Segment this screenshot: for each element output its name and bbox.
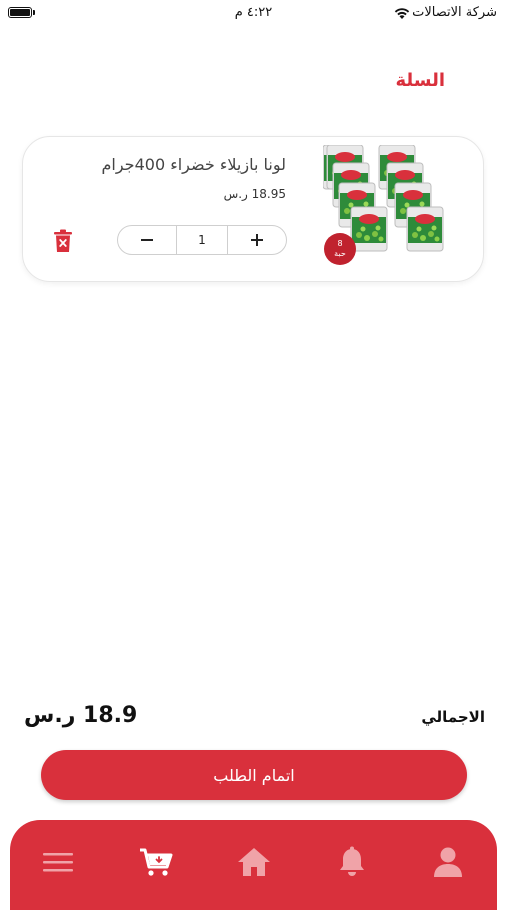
quantity-value[interactable]: 1 bbox=[176, 226, 228, 254]
status-carrier: شركة الاتصالات bbox=[412, 5, 497, 20]
badge-unit: حبة bbox=[334, 249, 346, 258]
nav-cart[interactable] bbox=[136, 842, 176, 882]
status-bar: ٤:٢٢ م شركة الاتصالات bbox=[0, 0, 507, 28]
plus-icon bbox=[251, 234, 263, 246]
bottom-nav bbox=[10, 820, 497, 910]
minus-icon bbox=[141, 239, 153, 241]
nav-notifications[interactable] bbox=[332, 842, 372, 882]
trash-icon[interactable] bbox=[53, 229, 73, 253]
nav-home[interactable] bbox=[234, 842, 274, 882]
checkout-button[interactable]: اتمام الطلب bbox=[41, 750, 467, 800]
user-icon bbox=[434, 847, 462, 877]
decrease-button[interactable] bbox=[118, 226, 176, 254]
product-price: 18.95 ر.س bbox=[223, 187, 286, 201]
home-icon bbox=[238, 848, 270, 876]
total-label: الاجمالي bbox=[421, 708, 485, 726]
total-value: 18.9 ر.س bbox=[24, 703, 138, 728]
product-name: لونا بازيلاء خضراء 400جرام bbox=[101, 155, 287, 174]
nav-profile[interactable] bbox=[428, 842, 468, 882]
page-title: السلة bbox=[395, 70, 445, 91]
menu-icon bbox=[43, 853, 73, 872]
quantity-stepper: 1 bbox=[117, 225, 287, 255]
cart-item-card: 8 حبة لونا بازيلاء خضراء 400جرام 18.95 ر… bbox=[22, 136, 484, 282]
wifi-icon bbox=[394, 8, 410, 19]
badge-count: 8 bbox=[337, 239, 343, 248]
bell-icon bbox=[340, 846, 364, 876]
pack-count-badge: 8 حبة bbox=[324, 233, 356, 265]
nav-menu[interactable] bbox=[38, 842, 78, 882]
cart-icon bbox=[140, 848, 173, 876]
increase-button[interactable] bbox=[228, 226, 286, 254]
